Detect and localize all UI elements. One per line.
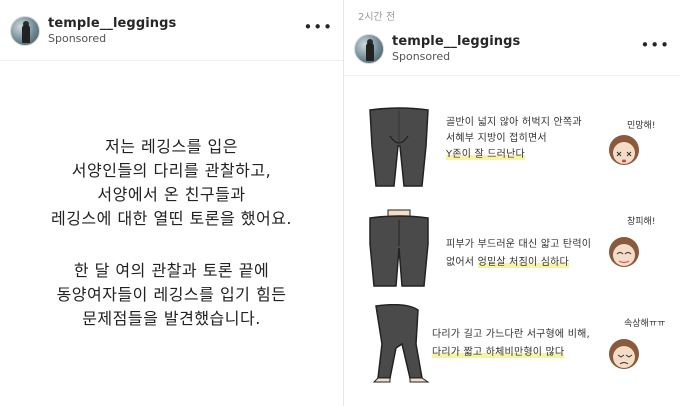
upset-face-icon xyxy=(609,339,639,369)
leggings-back-illustration xyxy=(369,209,429,287)
leggings-front-illustration xyxy=(369,107,429,187)
caption-highlight: 다리가 짧고 하체비만형이 많다 xyxy=(432,347,565,358)
text-line: 저는 레깅스를 입은 xyxy=(105,137,238,156)
caption-line: 다리가 길고 가느다란 서구형에 비해, xyxy=(432,329,590,340)
caption-line: 골반이 넓지 않아 허벅지 안쪽과 xyxy=(446,117,582,128)
reaction-text: 민망해! xyxy=(627,121,656,131)
left-post: temple__leggings Sponsored ••• 저는 레깅스를 입… xyxy=(0,0,344,406)
avatar[interactable] xyxy=(10,16,40,46)
comic-panel: 골반이 넓지 않아 허벅지 안쪽과 서혜부 지방이 접히면서 Y존이 잘 드러난… xyxy=(344,76,680,406)
reaction-text: 속상해ㅠㅠ xyxy=(624,319,666,329)
text-line: 동양여자들이 레깅스를 입기 힘든 xyxy=(56,285,287,304)
avatar[interactable] xyxy=(354,34,384,64)
sponsored-label[interactable]: Sponsored xyxy=(48,32,106,45)
text-line: 서양인들의 다리를 관찰하고, xyxy=(71,161,272,180)
text-line: 문제점들을 발견했습니다. xyxy=(82,309,261,328)
post-image-text: 저는 레깅스를 입은 서양인들의 다리를 관찰하고, 서양에서 온 친구들과 레… xyxy=(0,61,343,406)
post-header: temple__leggings Sponsored ••• xyxy=(344,30,680,70)
more-options-icon[interactable]: ••• xyxy=(303,20,333,35)
username[interactable]: temple__leggings xyxy=(392,34,520,49)
right-post: 2시간 전 temple__leggings Sponsored ••• 골반이… xyxy=(344,0,680,406)
caption-line: 서혜부 지방이 접히면서 xyxy=(446,133,547,144)
reaction-text: 창피해! xyxy=(627,217,656,227)
text-line: 서양에서 온 친구들과 xyxy=(97,185,246,204)
more-options-icon[interactable]: ••• xyxy=(640,38,670,53)
text-line: 한 달 여의 관찰과 토론 끝에 xyxy=(73,261,270,280)
time-ago: 2시간 전 xyxy=(358,12,396,23)
embarrassed-face-icon xyxy=(609,135,639,165)
caption-line: 피부가 부드러운 대신 얇고 탄력이 xyxy=(446,239,592,250)
caption-highlight: Y존이 잘 드러난다 xyxy=(446,149,525,160)
sponsored-label[interactable]: Sponsored xyxy=(392,50,450,63)
post-header: temple__leggings Sponsored ••• xyxy=(0,12,343,52)
username[interactable]: temple__leggings xyxy=(48,16,176,31)
caption-highlight: 없어서 엉밑살 처짐이 심하다 xyxy=(446,257,569,268)
ashamed-face-icon xyxy=(609,237,639,267)
text-line: 레깅스에 대한 열띤 토론을 했어요. xyxy=(50,209,292,228)
